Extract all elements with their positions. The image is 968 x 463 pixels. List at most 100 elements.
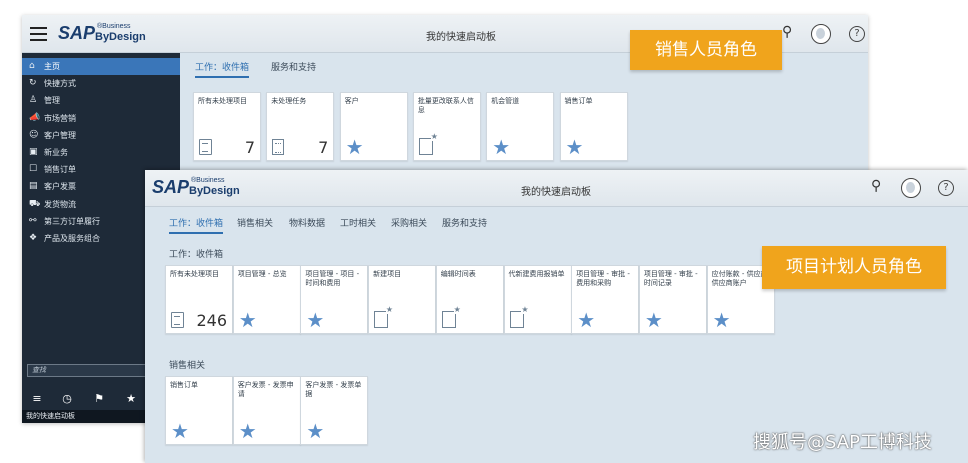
role-banner-sales: 销售人员角色 xyxy=(630,30,782,70)
tile-title: 所有未处理项目 xyxy=(170,270,219,278)
nav-item-icon: ☺ xyxy=(29,129,39,140)
sidebar-item[interactable]: ⌂ 主页 xyxy=(22,58,180,75)
star-icon: ★ xyxy=(712,308,731,332)
launchpad-tile[interactable]: 项目管理 - 审批 - 费用和采购 ★ xyxy=(571,265,640,334)
tile-title: 客户发票 - 发票单据 xyxy=(305,381,362,398)
star-icon: ★ xyxy=(238,419,257,443)
launchpad-tile[interactable]: 新建项目 xyxy=(368,265,437,334)
nav-item-icon: ♙ xyxy=(29,95,38,106)
tile-title: 新建项目 xyxy=(373,270,402,278)
launchpad-tile[interactable]: 客户发票 - 发票申请 ★ xyxy=(232,376,301,445)
help-icon[interactable]: ? xyxy=(938,180,954,196)
list-icon[interactable]: ≡ xyxy=(22,388,52,410)
sidebar-item[interactable]: 📣 市场营销 xyxy=(22,110,180,127)
avatar[interactable] xyxy=(901,178,921,198)
sidebar-item-label: 管理 xyxy=(44,96,60,106)
flag-icon[interactable]: ⚑ xyxy=(84,388,114,410)
new-document-icon xyxy=(374,305,394,328)
launchpad-tile[interactable]: 机会管道 ★ xyxy=(486,92,555,161)
sidebar-item[interactable]: ▣ 新业务 xyxy=(22,144,180,161)
search-icon[interactable]: ⚲ xyxy=(871,178,881,194)
nav-item-icon: ↻ xyxy=(29,78,37,89)
launchpad-tile[interactable]: 编辑时间表 xyxy=(435,265,504,334)
logo-bydesign: ByDesign xyxy=(95,31,146,43)
star-icon: ★ xyxy=(345,135,364,159)
tab-time[interactable]: 工时相关 xyxy=(340,216,376,229)
nav-item-icon: ▣ xyxy=(29,147,38,157)
launchpad-tile[interactable]: 批量更改联系人信息 xyxy=(412,92,481,161)
tab-sales[interactable]: 销售相关 xyxy=(237,216,273,229)
tile-title: 编辑时间表 xyxy=(440,270,476,278)
launchpad-tile[interactable]: 销售订单 ★ xyxy=(165,376,233,445)
new-document-icon xyxy=(509,305,529,328)
sidebar-item-label: 客户发票 xyxy=(44,182,76,192)
launchpad-tile[interactable]: 未处理任务 7 xyxy=(266,92,335,161)
tile-count: 7 xyxy=(244,138,255,157)
launchpad-tile[interactable]: 所有未处理项目 246 xyxy=(165,265,233,334)
tile-title: 项目管理 - 项目 - 时间和费用 xyxy=(305,270,360,287)
launchpad-tile[interactable]: 代新建费用报销单 xyxy=(503,265,572,334)
nav-item-icon: ⌂ xyxy=(29,61,35,71)
tile-title: 客户发票 - 发票申请 xyxy=(237,381,294,398)
sap-logo: SAP xyxy=(152,177,190,197)
tile-title: 批量更改联系人信息 xyxy=(417,97,474,114)
launchpad-tile[interactable]: 客户 ★ xyxy=(339,92,408,161)
sidebar-item[interactable]: ☺ 客户管理 xyxy=(22,127,180,144)
role-banner-project: 项目计划人员角色 xyxy=(762,246,946,289)
launchpad-tile[interactable]: 销售订单 ★ xyxy=(559,92,628,161)
sidebar-item-label: 第三方订单履行 xyxy=(44,216,100,226)
logo-business: ®Business xyxy=(191,177,225,184)
sidebar-item-label: 客户管理 xyxy=(44,130,76,140)
sidebar-item[interactable]: ♙ 管理 xyxy=(22,92,180,109)
star-icon: ★ xyxy=(306,308,325,332)
sidebar-item-label: 主页 xyxy=(44,62,60,71)
tab-purchasing[interactable]: 采购相关 xyxy=(391,216,427,229)
tile-title: 机会管道 xyxy=(491,97,520,105)
tile-title: 代新建费用报销单 xyxy=(508,270,565,278)
sidebar-item[interactable]: ↻ 快捷方式 xyxy=(22,75,180,92)
nav-item-icon: 📣 xyxy=(29,112,41,123)
star-icon: ★ xyxy=(577,308,596,332)
shell-bar: SAP ®Business ByDesign 我的快速启动板 ⚲ ? xyxy=(145,170,968,207)
task-icon xyxy=(272,139,285,155)
tile-title: 销售订单 xyxy=(170,381,198,389)
logo-bydesign: ByDesign xyxy=(189,185,240,197)
tile-count: 7 xyxy=(318,138,329,157)
sidebar-item-label: 市场营销 xyxy=(44,113,76,123)
tile-title: 项目管理 - 总览 xyxy=(237,270,287,278)
sidebar-item-label: 快捷方式 xyxy=(44,79,76,89)
sap-logo: SAP xyxy=(58,23,96,43)
section-title-sales: 销售相关 xyxy=(169,361,206,371)
tile-title: 客户 xyxy=(344,97,359,105)
favorites-icon[interactable]: ★ xyxy=(116,388,146,410)
star-icon: ★ xyxy=(238,308,257,332)
new-document-icon xyxy=(418,132,438,155)
star-icon: ★ xyxy=(644,308,663,332)
help-icon[interactable]: ? xyxy=(849,26,865,42)
tile-title: 项目管理 - 审批 - 时间记录 xyxy=(643,270,698,287)
search-icon[interactable]: ⚲ xyxy=(782,24,792,40)
tab-service[interactable]: 服务和支持 xyxy=(271,60,316,73)
star-icon: ★ xyxy=(492,135,511,159)
watermark: 搜狐号@SAP工博科技 xyxy=(753,432,932,453)
star-icon: ★ xyxy=(565,135,584,159)
launchpad-tile[interactable]: 项目管理 - 总览 ★ xyxy=(232,265,301,334)
nav-item-icon: ▤ xyxy=(29,181,38,192)
tile-count: 246 xyxy=(196,311,227,330)
clock-icon[interactable]: ◷ xyxy=(52,388,82,410)
document-icon xyxy=(199,139,212,155)
launchpad-tile[interactable]: 所有未处理项目 7 xyxy=(193,92,261,161)
sidebar-item-label: 发货物流 xyxy=(44,199,76,209)
launchpad-tile[interactable]: 项目管理 - 项目 - 时间和费用 ★ xyxy=(300,265,369,334)
launchpad-tile[interactable]: 项目管理 - 审批 - 时间记录 ★ xyxy=(638,265,707,334)
avatar[interactable] xyxy=(811,24,831,44)
menu-icon[interactable] xyxy=(30,27,47,41)
tab-material[interactable]: 物料数据 xyxy=(289,216,325,229)
section-title-inbox: 工作：收件箱 xyxy=(169,250,224,260)
tab-inbox[interactable]: 工作：收件箱 xyxy=(169,216,224,234)
new-document-icon xyxy=(441,305,461,328)
launchpad-tile[interactable]: 客户发票 - 发票单据 ★ xyxy=(300,376,369,445)
tab-inbox[interactable]: 工作：收件箱 xyxy=(195,60,250,78)
tab-service[interactable]: 服务和支持 xyxy=(442,216,487,229)
star-icon: ★ xyxy=(171,419,189,443)
